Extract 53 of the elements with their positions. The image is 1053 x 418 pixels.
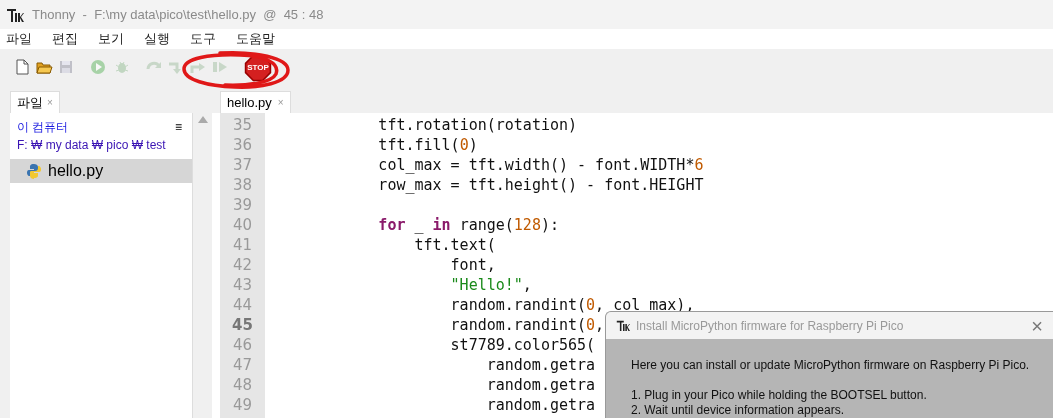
code-line: col_max = tft.width() - font.WIDTH*6: [378, 155, 704, 175]
line-number: 36: [232, 135, 253, 155]
line-number: 46: [232, 335, 253, 355]
line-number: 38: [232, 175, 253, 195]
code-line: random.getra: [486, 395, 596, 415]
location-label[interactable]: 이 컴퓨터: [17, 118, 69, 136]
line-number: 41: [232, 235, 253, 255]
code-line: font,: [450, 255, 496, 275]
code-line: random.randint(0,: [450, 315, 605, 335]
line-number: 37: [232, 155, 253, 175]
code-line: row_max = tft.height() - font.HEIGHT: [378, 175, 704, 195]
folder-icon[interactable]: [36, 59, 54, 77]
code-line: st7789.color565(: [450, 335, 596, 355]
new-file-icon[interactable]: [14, 59, 32, 77]
editor-tab[interactable]: hello.py ×: [220, 91, 291, 113]
line-number: 48: [232, 375, 253, 395]
line-number: 45: [232, 315, 253, 335]
code-line: tft.text(: [414, 235, 496, 255]
instruction-step: 1. Plug in your Pico while holding the BOOTSEL button.: [631, 388, 1053, 403]
close-button[interactable]: ×: [1021, 315, 1053, 336]
python-file-icon: [26, 163, 42, 179]
menu-item[interactable]: 도구: [190, 29, 216, 49]
line-number: 44: [232, 295, 253, 315]
menu-item[interactable]: 파일: [6, 29, 32, 49]
scrollbar[interactable]: [193, 113, 212, 418]
line-number: 40: [232, 215, 253, 235]
line-number: 42: [232, 255, 253, 275]
line-number: 47: [232, 355, 253, 375]
menu-item[interactable]: 도움말: [236, 29, 275, 49]
code-line: random.getra: [486, 375, 596, 395]
line-number: 49: [232, 395, 253, 415]
app-logo-icon: [6, 6, 24, 23]
line-number: 35: [232, 115, 253, 135]
scroll-up-icon[interactable]: [197, 116, 208, 123]
code-line: "Hello!",: [450, 275, 532, 295]
code-line: tft.fill(0): [378, 135, 478, 155]
menu-item[interactable]: 편집: [52, 29, 78, 49]
code-line: random.getra: [486, 355, 596, 375]
dialog-title: Install MicroPython firmware for Raspberry Pi Pico: [636, 317, 905, 335]
line-number: 43: [232, 275, 253, 295]
path-link[interactable]: F: ₩ my data ₩ pico ₩ test: [10, 136, 192, 154]
instruction-step: 2. Wait until device information appears.: [631, 403, 1053, 418]
code-line: tft.rotation(rotation): [378, 115, 578, 135]
panel-menu-button[interactable]: ≡: [175, 118, 182, 136]
dialog-text: Here you can install or update MicroPython firmware on Raspberry Pi Pico.: [631, 358, 1031, 373]
file-item[interactable]: hello.py: [10, 159, 192, 183]
window-title: Thonny - F:\my data\pico\test\hello.py @ 45 : 48: [32, 5, 324, 24]
line-number: 39: [232, 195, 253, 215]
files-tab[interactable]: 파일 ×: [10, 91, 60, 113]
menu-item[interactable]: 실행: [144, 29, 170, 49]
menu-item[interactable]: 보기: [98, 29, 124, 49]
app-logo-icon: [616, 319, 630, 332]
code-line: for _ in range(128):: [378, 215, 559, 235]
